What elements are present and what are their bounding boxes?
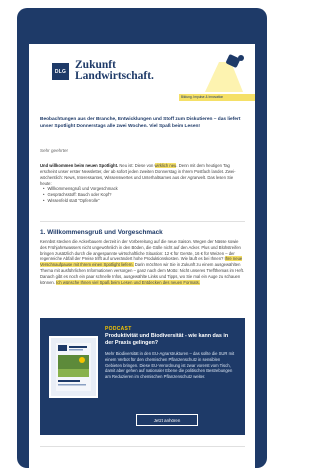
- podcast-label: PODCAST: [105, 326, 132, 332]
- dlg-logo[interactable]: DLG: [52, 63, 69, 80]
- podcast-card: PODCAST Produktivität und Biodiversität …: [40, 318, 245, 435]
- body-paragraph: Und willkommen beim neuen Spotlight. Neu…: [40, 163, 245, 187]
- section-highlight-2: Ich wünsche Ihnen viel Spaß beim Lesen u…: [56, 279, 200, 285]
- lead-bold: Und willkommen beim neuen Spotlight.: [40, 163, 119, 168]
- lead-before: Neu ist: Diese von: [119, 163, 155, 168]
- section-text: Kennbst stecken die Ackerbauern derzeit …: [40, 239, 245, 285]
- topic-list: Willkommensgruß und Vorgeschmack Gespräc…: [43, 186, 243, 203]
- brand-line-2: Landwirtschaft.: [75, 70, 154, 82]
- podcast-thumbnail[interactable]: [49, 336, 98, 398]
- newsletter: DLG Zukunft Landwirtschaft. Bildung. Imp…: [29, 44, 255, 468]
- section-text-a: Kennbst stecken die Ackerbauern derzeit …: [40, 239, 241, 262]
- section-title: 1. Willkommensgruß und Vorgeschmack: [40, 229, 163, 236]
- spotlight-lamp-icon: [205, 54, 244, 92]
- divider: [40, 221, 245, 222]
- newsletter-header: DLG Zukunft Landwirtschaft. Bildung. Imp…: [29, 44, 255, 112]
- intro-text: Beobachtungen aus der Branche, Entwicklu…: [40, 117, 241, 129]
- lead-highlight: wirklich neu: [154, 163, 177, 168]
- listen-now-button[interactable]: Jetzt anhören: [136, 414, 198, 426]
- device-frame: DLG Zukunft Landwirtschaft. Bildung. Imp…: [17, 8, 267, 468]
- brand-title: Zukunft Landwirtschaft.: [75, 59, 154, 82]
- podcast-title[interactable]: Produktivität und Biodiversität - wie ka…: [105, 333, 237, 347]
- divider: [40, 446, 245, 447]
- podcast-description: Mehr Biodiversität in den EU-Agrarstrukt…: [105, 351, 235, 380]
- greeting: Sehr geehrter: [40, 148, 69, 153]
- tagline: Bildung. Impulse & Innovation: [181, 95, 224, 99]
- email-view[interactable]: DLG Zukunft Landwirtschaft. Bildung. Imp…: [29, 44, 255, 468]
- podcast-cover-icon: [56, 343, 91, 391]
- list-item: Wissenfeld statt "Opferrolle": [43, 198, 243, 204]
